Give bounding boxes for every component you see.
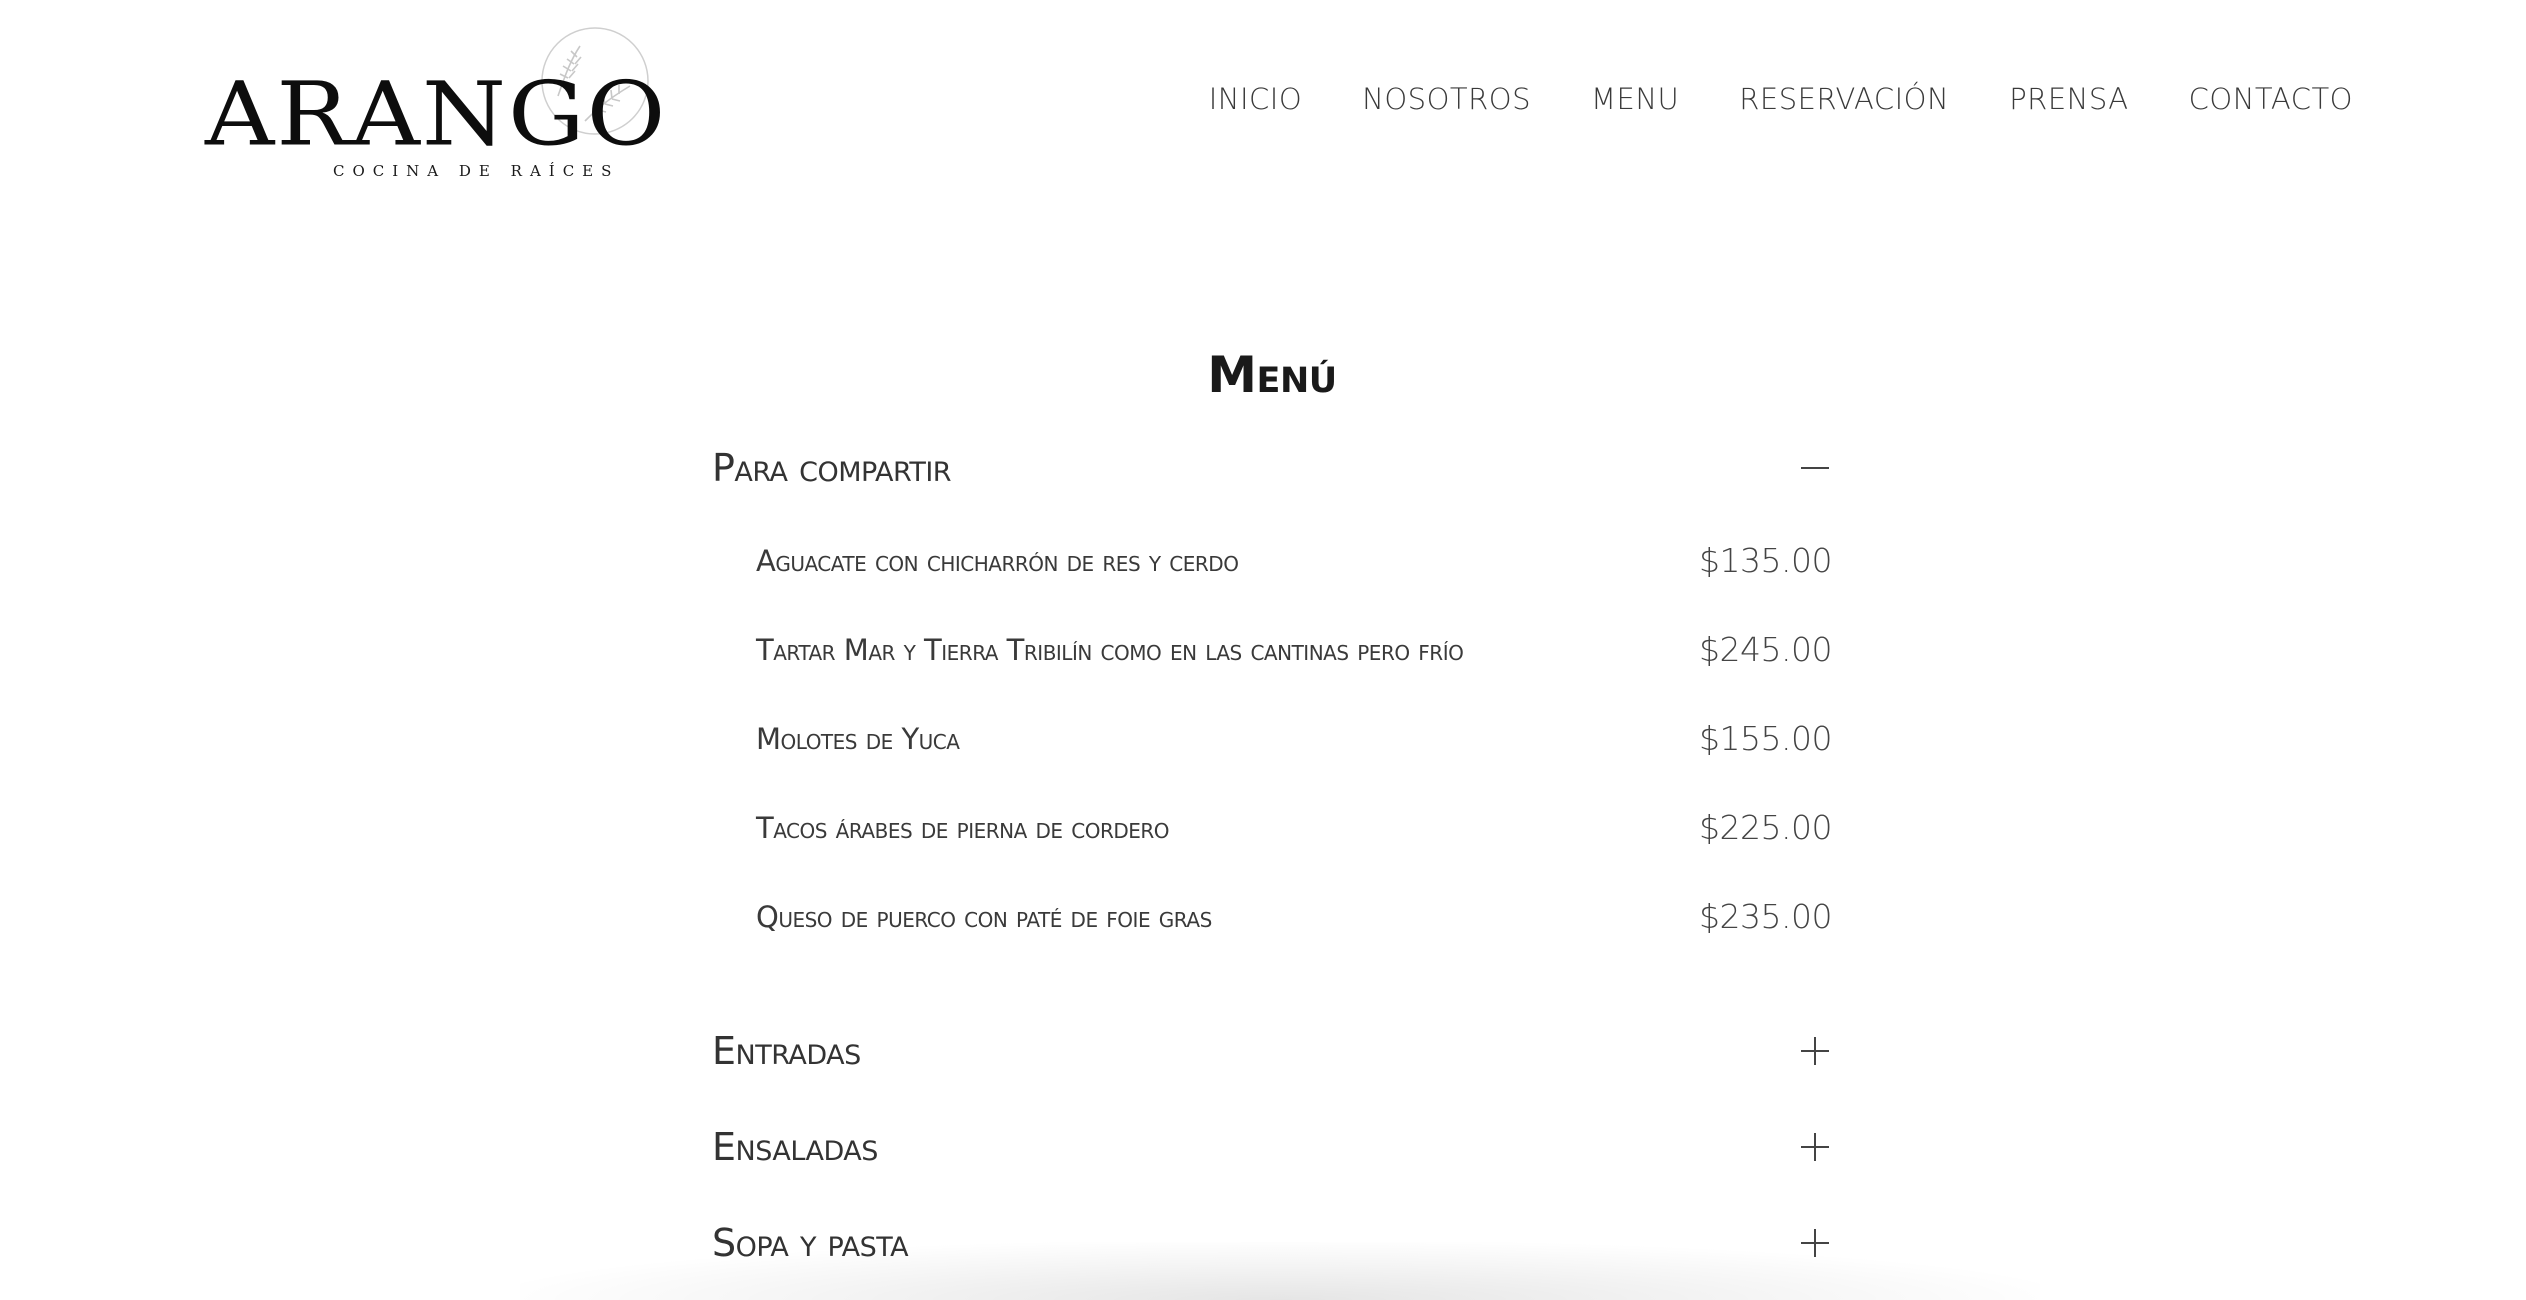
category-entradas: Entradas [712,1003,1832,1099]
menu-section: Menú Para compartir Aguacate con chichar… [712,330,1832,1291]
nav-item-prensa[interactable]: PRENSA [2009,82,2128,116]
item-name: Queso de puerco con paté de foie gras [756,899,1212,934]
category-sopa-y-pasta: Sopa y pasta [712,1195,1832,1291]
menu-item: Aguacate con chicharrón de res y cerdo $… [712,516,1832,605]
category-ensaladas: Ensaladas [712,1099,1832,1195]
menu-item: Tacos árabes de pierna de cordero $225.0… [712,783,1832,872]
brand-tagline: COCINA DE RAÍCES [333,162,620,180]
plus-icon[interactable] [1798,1130,1832,1164]
item-price: $235.00 [1699,897,1832,936]
category-items: Aguacate con chicharrón de res y cerdo $… [712,516,1832,961]
category-header[interactable]: Sopa y pasta [712,1195,1832,1291]
item-price: $225.00 [1699,808,1832,847]
item-price: $245.00 [1699,630,1832,669]
menu-title: Menú [1207,346,1337,404]
item-price: $155.00 [1699,719,1832,758]
nav-item-reservacion[interactable]: RESERVACIÓN [1739,82,1949,116]
plus-icon[interactable] [1798,1226,1832,1260]
category-label: Para compartir [712,446,952,490]
menu-item: Queso de puerco con paté de foie gras $2… [712,872,1832,961]
category-para-compartir: Para compartir Aguacate con chicharrón d… [712,420,1832,1003]
main-nav: INICIO NOSOTROS MENU RESERVACIÓN PRENSA … [1209,82,2353,116]
plus-icon[interactable] [1798,1034,1832,1068]
nav-item-nosotros[interactable]: NOSOTROS [1362,82,1531,116]
item-name: Molotes de Yuca [756,721,960,756]
category-label: Sopa y pasta [712,1221,909,1265]
brand-wordmark: ARANGO [205,62,668,166]
menu-item: Molotes de Yuca $155.00 [712,694,1832,783]
item-price: $135.00 [1699,541,1832,580]
nav-item-menu[interactable]: MENU [1591,82,1679,116]
item-name: Tacos árabes de pierna de cordero [756,810,1170,845]
menu-accordion: Para compartir Aguacate con chicharrón d… [712,420,1832,1291]
category-header[interactable]: Ensaladas [712,1099,1832,1195]
category-label: Entradas [712,1029,861,1073]
item-name: Tartar Mar y Tierra Tribilín como en las… [756,632,1464,667]
site-header: ARANGO COCINA DE RAÍCES INICIO NOSOTROS … [0,0,2526,200]
brand-logo[interactable]: ARANGO COCINA DE RAÍCES [205,22,665,192]
minus-icon[interactable] [1798,451,1832,485]
nav-item-inicio[interactable]: INICIO [1209,82,1302,116]
category-header[interactable]: Entradas [712,1003,1832,1099]
category-label: Ensaladas [712,1125,878,1169]
menu-item: Tartar Mar y Tierra Tribilín como en las… [712,605,1832,694]
nav-item-contacto[interactable]: CONTACTO [2189,82,2353,116]
category-header[interactable]: Para compartir [712,420,1832,516]
item-name: Aguacate con chicharrón de res y cerdo [756,543,1239,578]
